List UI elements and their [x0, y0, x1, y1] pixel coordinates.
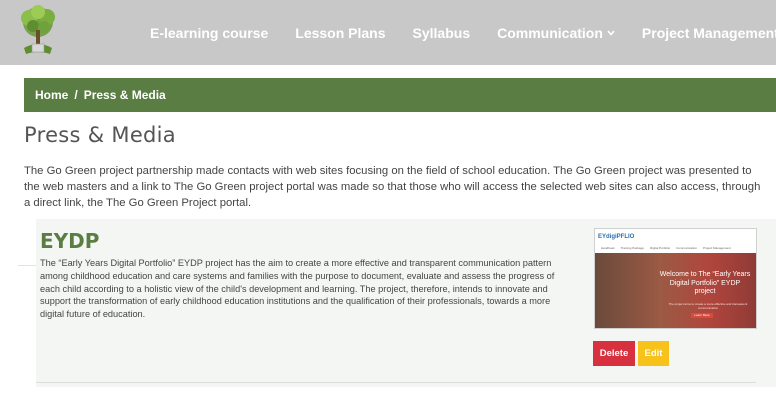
nav-item-communication[interactable]: Communication: [497, 25, 615, 41]
breadcrumb-current: Press & Media: [83, 88, 166, 102]
thumbnail-menu: Handbook Training Package Digital Portfo…: [595, 244, 756, 252]
divider: [18, 265, 36, 266]
top-navbar: E-learning course Lesson Plans Syllabus …: [0, 0, 776, 65]
breadcrumb-home-link[interactable]: Home: [35, 88, 68, 102]
thumbnail-hero-title: Welcome to The “Early Years Digital Port…: [659, 271, 751, 295]
delete-button[interactable]: Delete: [593, 341, 635, 366]
thumbnail-logo: EYdigiPFLIO: [598, 233, 635, 240]
divider: [36, 382, 756, 383]
thumbnail-header: EYdigiPFLIO: [595, 229, 756, 244]
edit-button[interactable]: Edit: [638, 341, 669, 366]
entry-thumbnail[interactable]: EYdigiPFLIO Handbook Training Package Di…: [594, 228, 757, 329]
nav-item-syllabus[interactable]: Syllabus: [413, 25, 471, 41]
entry-title: EYDP: [40, 229, 100, 253]
thumbnail-menu-item: Communication: [676, 246, 697, 250]
entry-description: The “Early Years Digital Portfolio” EYDP…: [40, 258, 555, 320]
breadcrumb-separator: /: [74, 88, 78, 102]
page-title: Press & Media: [24, 123, 176, 147]
nav-item-project-management[interactable]: Project Management: [642, 25, 776, 41]
thumbnail-menu-item: Handbook: [601, 246, 615, 250]
thumbnail-menu-item: Project Management: [702, 246, 731, 250]
thumbnail-hero: Welcome to The “Early Years Digital Port…: [595, 253, 756, 328]
nav-item-elearning[interactable]: E-learning course: [150, 25, 268, 41]
thumbnail-hero-subtitle: The project aims to create a more effect…: [668, 302, 748, 310]
thumbnail-hero-button: Learn More: [691, 313, 713, 318]
thumbnail-menu-item: Digital Portfolio: [649, 246, 671, 250]
main-nav: E-learning course Lesson Plans Syllabus …: [150, 0, 776, 65]
tree-logo-icon[interactable]: [14, 4, 62, 60]
breadcrumb: Home / Press & Media: [24, 78, 776, 112]
nav-item-lesson-plans[interactable]: Lesson Plans: [295, 25, 385, 41]
thumbnail-menu-item: Training Package: [620, 246, 644, 250]
page-intro: The Go Green project partnership made co…: [24, 165, 761, 209]
chevron-down-icon: [607, 29, 615, 36]
